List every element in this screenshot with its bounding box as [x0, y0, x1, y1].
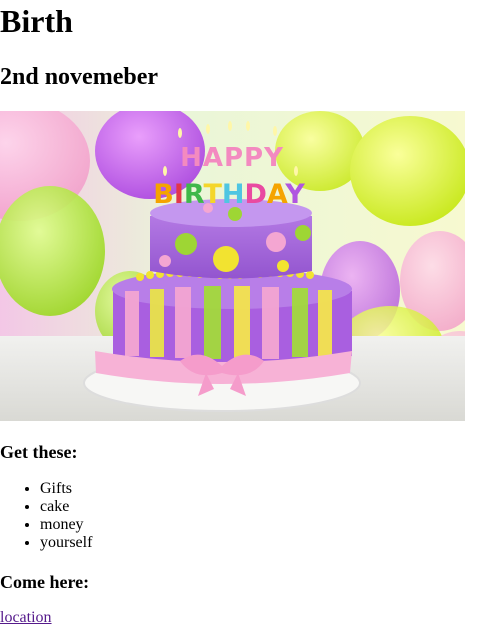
- cake-text: HAPPY: [180, 143, 284, 173]
- list-item: money: [40, 516, 483, 534]
- page-title: Birth: [0, 3, 73, 39]
- gift-list: Gifts cake money yourself: [0, 480, 483, 552]
- list-item: Gifts: [40, 480, 483, 498]
- svg-text:BIRTHDAY: BIRTHDAY: [153, 179, 305, 210]
- event-date: 2nd novemeber: [0, 64, 158, 90]
- location-paragraph: location: [0, 609, 483, 627]
- come-here-heading: Come here:: [0, 572, 90, 592]
- location-link[interactable]: location: [0, 609, 52, 626]
- page: Birth 2nd novemeber HAPPY BIRTHDAY Get t…: [0, 2, 483, 627]
- birthday-cake-image: HAPPY BIRTHDAY: [0, 111, 465, 421]
- list-item: yourself: [40, 534, 483, 552]
- get-these-heading: Get these:: [0, 442, 78, 462]
- list-item: cake: [40, 498, 483, 516]
